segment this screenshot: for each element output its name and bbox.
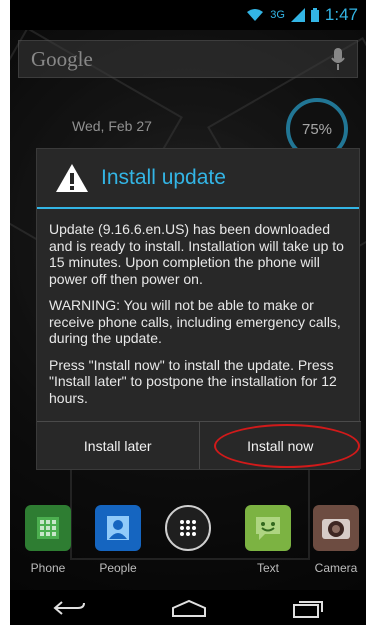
dialog-header: Install update	[37, 149, 359, 209]
status-clock: 1:47	[324, 5, 358, 24]
dock-item-all-apps[interactable]	[158, 505, 218, 561]
install-update-dialog: Install update Update (9.16.6.en.US) has…	[36, 148, 361, 470]
dock-item-text[interactable]: Text	[238, 505, 298, 575]
warning-icon	[56, 164, 88, 192]
phone-icon	[25, 505, 71, 551]
dock-label-people: People	[99, 561, 137, 575]
dialog-title: Install update	[101, 166, 226, 189]
recent-apps-icon[interactable]	[292, 598, 324, 618]
people-icon	[95, 505, 141, 551]
signal-icon	[290, 8, 305, 22]
warning-text: WARNING: You will not be able to make or…	[49, 297, 341, 346]
phone-screen: 3G 1:47 Google Wed, Feb 27 75% Install u…	[10, 0, 366, 625]
camera-icon	[313, 505, 359, 551]
install-now-button[interactable]: Install now	[198, 422, 361, 469]
dock-item-phone[interactable]: Phone	[18, 505, 78, 575]
dialog-button-bar: Install later Install now	[37, 421, 361, 469]
home-icon[interactable]	[171, 599, 207, 617]
all-apps-icon	[165, 505, 211, 551]
dialog-message: Update (9.16.6.en.US) has been downloade…	[37, 209, 359, 406]
navigation-bar	[10, 590, 366, 625]
wifi-icon	[247, 9, 264, 21]
install-later-button[interactable]: Install later	[37, 422, 199, 469]
instructions-text: Press "Install now" to install the updat…	[49, 356, 337, 406]
messaging-icon	[245, 505, 291, 551]
app-dock: Phone People Text Camera	[10, 505, 366, 585]
dock-label-phone: Phone	[30, 561, 66, 575]
battery-icon	[310, 8, 319, 22]
back-icon[interactable]	[52, 599, 86, 617]
network-type-label: 3G	[270, 9, 285, 21]
dock-label-camera: Camera	[314, 561, 358, 575]
status-bar: 3G 1:47	[10, 0, 366, 30]
dock-item-camera[interactable]: Camera	[306, 505, 366, 575]
dock-item-people[interactable]: People	[88, 505, 148, 575]
dock-label-text: Text	[256, 561, 279, 575]
update-info-text: Update (9.16.6.en.US) has been downloade…	[49, 221, 344, 287]
annotation-circle	[213, 424, 360, 468]
